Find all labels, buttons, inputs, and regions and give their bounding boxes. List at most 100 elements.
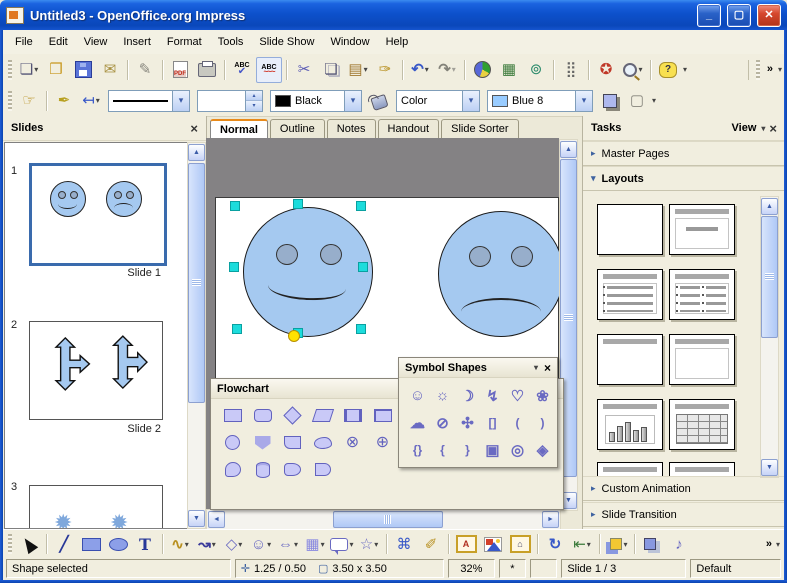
flowchart-punched-tape-icon[interactable] — [309, 429, 336, 456]
sun-icon[interactable]: ☼ — [436, 387, 450, 404]
curve-tool[interactable]: ∿▾ — [167, 531, 193, 557]
menu-window[interactable]: Window — [322, 32, 377, 52]
close-button[interactable]: ✕ — [757, 4, 781, 27]
hyperlink-button[interactable]: ⊚ — [523, 57, 549, 83]
presentation-toolbar-options[interactable]: ▾ — [778, 65, 782, 74]
new-document-button[interactable]: ❏▾ — [16, 57, 42, 83]
callouts-tool[interactable]: ▾ — [329, 531, 355, 557]
line-width-spinner[interactable]: ▴▾ — [197, 90, 263, 112]
slide-1-thumbnail[interactable] — [29, 163, 167, 266]
tasks-panel-close-icon[interactable]: × — [769, 121, 777, 136]
diamond-bevel-icon[interactable]: ◈ — [537, 441, 549, 459]
export-pdf-button[interactable]: PDF — [167, 57, 193, 83]
presentation-toolbar-grip[interactable] — [756, 60, 760, 80]
email-button[interactable]: ✉ — [97, 57, 123, 83]
zoom-button[interactable]: ▾ — [620, 57, 646, 83]
flowchart-tool[interactable]: ▦▾ — [302, 531, 328, 557]
title-bar[interactable]: Untitled3 - OpenOffice.org Impress _ ▢ ✕ — [0, 0, 787, 30]
prohibited-icon[interactable]: ⊘ — [436, 414, 449, 432]
autospellcheck-button[interactable]: ABC~~~ — [256, 57, 282, 83]
moon-icon[interactable]: ☽ — [461, 387, 474, 405]
presentation-toolbar-overflow[interactable]: » — [767, 64, 773, 75]
symbol-shapes-close-icon[interactable]: × — [544, 361, 551, 375]
flowchart-internal-storage-icon[interactable] — [369, 402, 396, 429]
flowchart-display-icon[interactable] — [219, 456, 246, 483]
copy-button[interactable]: ❏ — [318, 57, 344, 83]
layout-partial[interactable] — [597, 462, 663, 476]
menu-help[interactable]: Help — [378, 32, 417, 52]
line-tool[interactable]: ╱ — [51, 531, 77, 557]
section-master-pages[interactable]: ▸ Master Pages — [583, 141, 785, 166]
menu-slideshow[interactable]: Slide Show — [251, 32, 322, 52]
display-grid-button[interactable]: ⣿ — [558, 57, 584, 83]
insert-chart-button[interactable] — [469, 57, 495, 83]
slides-panel-close-icon[interactable]: × — [190, 121, 198, 136]
from-file-button[interactable] — [480, 531, 506, 557]
menu-format[interactable]: Format — [159, 32, 210, 52]
tab-notes[interactable]: Notes — [327, 119, 376, 138]
smiley-shape-selected[interactable] — [243, 207, 373, 337]
line-color-dropdown-arrow[interactable]: ▾ — [344, 91, 361, 111]
lightning-icon[interactable]: ↯ — [486, 387, 499, 405]
double-bracket-icon[interactable]: [] — [489, 416, 497, 430]
right-brace-icon[interactable]: } — [465, 443, 470, 457]
scroll-down-arrow[interactable]: ▼ — [761, 459, 778, 476]
heart-icon[interactable]: ♡ — [511, 387, 524, 405]
left-bracket-icon[interactable]: ( — [516, 416, 520, 430]
interaction-button[interactable]: ♪ — [666, 531, 692, 557]
layout-partial[interactable] — [669, 462, 735, 476]
symbol-shapes-tool[interactable]: ☺▾ — [248, 531, 274, 557]
fill-color-dropdown-arrow[interactable]: ▾ — [575, 91, 592, 111]
undo-button[interactable]: ↶▾ — [407, 57, 433, 83]
line-style-dropdown-arrow[interactable]: ▾ — [172, 91, 189, 111]
flowchart-alternate-process-icon[interactable] — [249, 402, 276, 429]
section-custom-animation[interactable]: ▸ Custom Animation — [583, 476, 785, 501]
layout-title-empty-content[interactable] — [669, 334, 735, 385]
shadow-button[interactable] — [597, 88, 623, 114]
tasks-view-menu[interactable]: View — [732, 122, 757, 134]
menu-view[interactable]: View — [76, 32, 116, 52]
flowchart-off-page-connector-icon[interactable] — [249, 429, 276, 456]
slide-position-field[interactable]: Slide 1 / 3 — [561, 559, 686, 578]
selection-handle-ne[interactable] — [356, 201, 366, 211]
fill-style-select[interactable]: Color ▾ — [396, 90, 480, 112]
fontwork-button[interactable]: A — [453, 531, 479, 557]
toolbar-options-arrow[interactable]: ▾ — [652, 96, 656, 105]
layout-title-only[interactable] — [597, 334, 663, 385]
selection-handle-se[interactable] — [356, 324, 366, 334]
text-tool[interactable]: T — [132, 531, 158, 557]
tab-outline[interactable]: Outline — [270, 119, 325, 138]
flowchart-process-icon[interactable] — [219, 402, 246, 429]
scroll-up-arrow[interactable]: ▲ — [761, 198, 778, 215]
puzzle-icon[interactable]: ✣ — [461, 414, 474, 432]
zoom-field[interactable]: 32% — [448, 559, 495, 578]
line-dialog-button[interactable]: ✒ — [51, 88, 77, 114]
scroll-down-arrow[interactable]: ▼ — [188, 510, 205, 527]
tasks-view-dropdown-icon[interactable]: ▾ — [761, 124, 765, 133]
tab-handout[interactable]: Handout — [378, 119, 440, 138]
slide-3-thumbnail[interactable]: ✹ ✹ — [29, 485, 163, 529]
section-layouts[interactable]: ▾ Layouts — [583, 166, 785, 191]
extrusion-button[interactable] — [639, 531, 665, 557]
flowchart-data-icon[interactable] — [309, 402, 336, 429]
slides-scrollbar[interactable]: ▲ ▼ — [187, 142, 206, 529]
arrow-style-button[interactable]: ↤▾ — [78, 88, 104, 114]
left-brace-icon[interactable]: { — [440, 443, 445, 457]
crop-button[interactable]: ▢ — [624, 88, 650, 114]
page-style-field[interactable]: Default — [690, 559, 781, 578]
menu-file[interactable]: File — [7, 32, 41, 52]
scroll-up-arrow[interactable]: ▲ — [560, 141, 577, 158]
layout-title-chart[interactable] — [597, 399, 663, 450]
layouts-scrollbar[interactable]: ▲ ▼ — [760, 196, 779, 478]
minimize-button[interactable]: _ — [697, 4, 721, 27]
tab-slide-sorter[interactable]: Slide Sorter — [441, 119, 518, 138]
layout-title-two-content[interactable] — [669, 269, 735, 320]
scroll-left-arrow[interactable]: ◄ — [208, 511, 225, 528]
navigator-button[interactable]: ✪ — [593, 57, 619, 83]
toolbar-options-arrow[interactable]: ▾ — [683, 65, 687, 74]
layout-title-slide[interactable] — [669, 204, 735, 255]
print-button[interactable] — [194, 57, 220, 83]
flower-icon[interactable]: ❀ — [536, 387, 549, 405]
right-bracket-icon[interactable]: ) — [541, 416, 545, 430]
select-tool[interactable] — [16, 531, 42, 557]
